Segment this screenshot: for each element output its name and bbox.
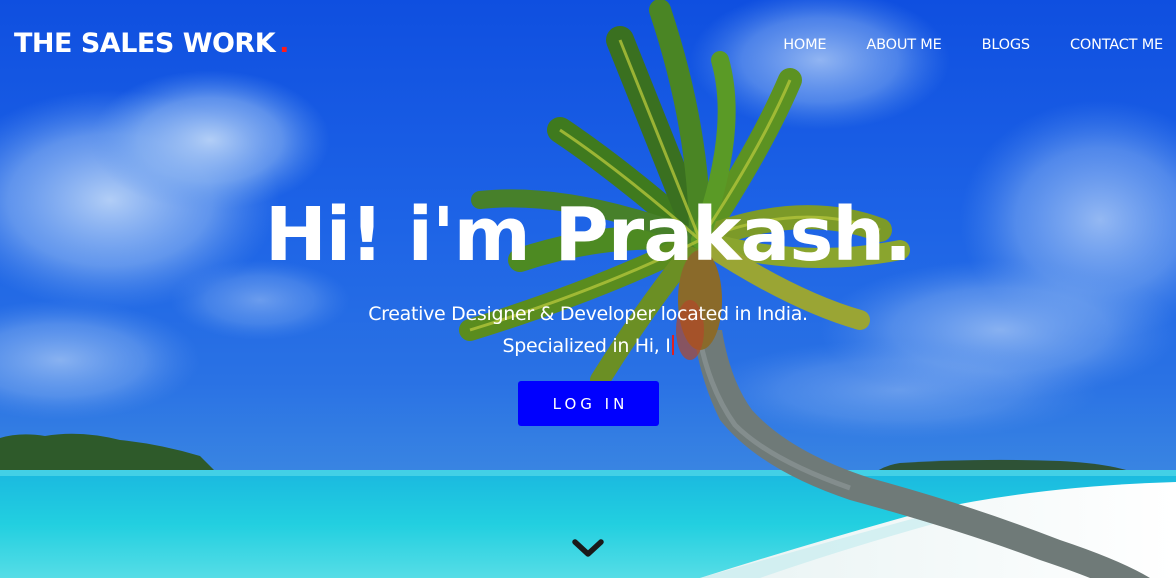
nav-link-home[interactable]: HOME [783,37,826,53]
top-navigation-bar: THE SALES WORK. HOME ABOUT ME BLOGS CONT… [0,0,1176,92]
nav-link-blogs[interactable]: BLOGS [982,37,1031,53]
site-logo[interactable]: THE SALES WORK. [14,28,289,59]
nav-link-about-me[interactable]: ABOUT ME [866,37,941,53]
hero-subline-description: Creative Designer & Developer located in… [368,303,808,325]
typed-text: Specialized in Hi, I [502,335,671,357]
nav-link-contact-me[interactable]: CONTACT ME [1070,37,1163,53]
hero-headline: Hi! i'm Prakash. [264,192,912,278]
hero-subline-specialized: Specialized in Hi, I [0,335,1176,357]
typing-cursor [671,335,674,355]
hero-section: THE SALES WORK. HOME ABOUT ME BLOGS CONT… [0,0,1176,578]
main-nav: HOME ABOUT ME BLOGS CONTACT ME [783,37,1163,53]
brand-name: THE SALES WORK [14,28,276,59]
chevron-down-icon[interactable] [571,536,605,560]
login-button[interactable]: LOG IN [518,381,659,426]
brand-dot: . [279,28,289,59]
